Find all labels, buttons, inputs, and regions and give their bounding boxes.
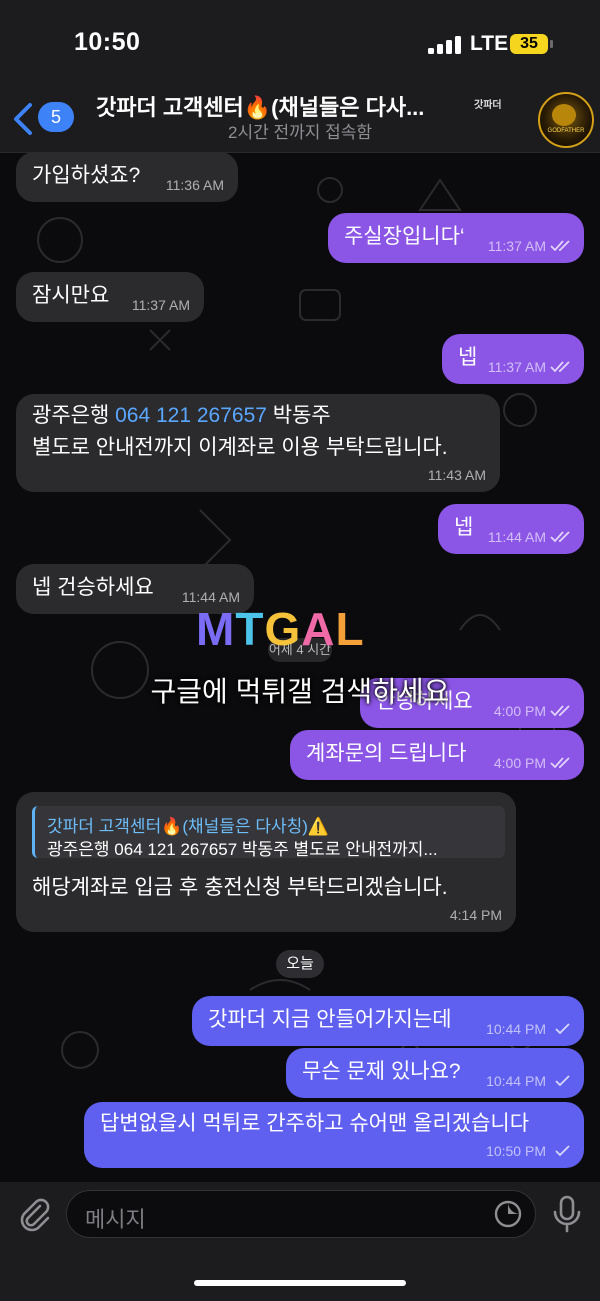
battery-tip xyxy=(550,40,553,48)
message-bubble-incoming[interactable]: 가입하셨죠? 11:36 AM xyxy=(16,152,238,202)
message-input[interactable]: 메시지 xyxy=(66,1190,536,1238)
check-icon xyxy=(555,1075,570,1087)
message-text: 잠시만요 xyxy=(32,284,110,307)
message-bubble-outgoing[interactable]: 넵 11:44 AM xyxy=(438,504,584,554)
message-time: 11:37 AM xyxy=(487,359,546,375)
message-input-placeholder: 메시지 xyxy=(85,1207,146,1232)
message-bubble-outgoing[interactable]: 넵 11:37 AM xyxy=(442,334,584,384)
quoted-reply-author: 갓파더 고객센터🔥(채널들은 다사칭)⚠️ xyxy=(47,817,330,836)
quoted-reply-text: 광주은행 064 121 267657 박동주 별도로 안내전까지... xyxy=(47,840,438,859)
message-text: 계좌문의 드립니다 xyxy=(306,742,467,765)
watermark-caption: 구글에 먹튀갤 검색하세요 xyxy=(150,676,450,707)
cellular-signal-icon xyxy=(428,36,462,54)
bank-name: 광주은행 xyxy=(32,404,116,427)
account-number-link[interactable]: 064 121 267657 xyxy=(115,404,267,427)
message-time: 10:44 PM xyxy=(486,1073,546,1089)
message-bubble-outgoing[interactable]: 주실장입니다‘ 11:37 AM xyxy=(328,213,584,263)
account-holder: 박동주 xyxy=(266,404,331,427)
status-bar: 10:50 LTE 35 xyxy=(0,0,600,86)
avatar[interactable]: GODFATHER xyxy=(538,92,594,148)
message-text: 넵 건승하세요 xyxy=(32,576,154,599)
check-icon xyxy=(555,1023,570,1035)
message-text: 가입하셨죠? xyxy=(32,164,141,187)
chat-title-tag: 갓파더 xyxy=(474,100,502,111)
message-composer: 메시지 xyxy=(0,1182,600,1301)
last-seen-status: 2시간 전까지 접속함 xyxy=(227,123,373,142)
message-bubble-incoming-reply[interactable]: 갓파더 고객센터🔥(채널들은 다사칭)⚠️ 광주은행 064 121 26765… xyxy=(16,792,516,932)
message-time: 11:37 AM xyxy=(487,238,546,254)
check-icon xyxy=(555,1145,570,1157)
message-bubble-outgoing[interactable]: 무슨 문제 있나요? 10:44 PM xyxy=(286,1048,584,1098)
message-bubble-outgoing[interactable]: 계좌문의 드립니다 4:00 PM xyxy=(290,730,584,780)
battery-icon: 35 xyxy=(510,34,548,54)
attach-icon[interactable] xyxy=(16,1196,52,1232)
double-check-icon xyxy=(550,240,570,252)
avatar-emblem xyxy=(552,104,576,126)
message-text: 넵 xyxy=(454,516,474,539)
home-indicator[interactable] xyxy=(194,1280,406,1286)
double-check-icon xyxy=(550,531,570,543)
microphone-icon[interactable] xyxy=(550,1194,584,1234)
double-check-icon xyxy=(550,757,570,769)
message-time: 4:14 PM xyxy=(449,907,502,923)
message-bubble-incoming[interactable]: 광주은행 064 121 267657 박동주 별도로 안내전까지 이계좌로 이… xyxy=(16,394,500,492)
double-check-icon xyxy=(550,361,570,373)
message-text: 갓파더 지금 안들어가지는데 xyxy=(208,1008,452,1031)
message-time: 10:50 PM xyxy=(486,1143,546,1159)
message-text: 넵 xyxy=(458,346,478,369)
message-time: 11:37 AM xyxy=(131,297,190,313)
quoted-reply[interactable]: 갓파더 고객센터🔥(채널들은 다사칭)⚠️ 광주은행 064 121 26765… xyxy=(32,806,505,859)
status-time: 10:50 xyxy=(74,28,141,56)
message-time: 10:44 PM xyxy=(486,1021,546,1037)
chat-header: 5 갓파더 고객센터🔥(채널들은 다사... 갓파더 2시간 전까지 접속함 G… xyxy=(0,86,600,153)
message-time: 11:43 AM xyxy=(427,467,486,483)
message-time: 4:00 PM xyxy=(493,755,546,771)
message-text: 해당계좌로 입금 후 충전신청 부탁드리겠습니다. xyxy=(32,876,448,899)
message-time: 11:44 AM xyxy=(487,529,546,545)
date-separator: 오늘 xyxy=(276,950,324,978)
message-bubble-incoming[interactable]: 잠시만요 11:37 AM xyxy=(16,272,204,322)
message-bubble-outgoing[interactable]: 갓파더 지금 안들어가지는데 10:44 PM xyxy=(192,996,584,1046)
message-text: 무슨 문제 있나요? xyxy=(302,1060,461,1083)
message-text: 주실장입니다‘ xyxy=(344,225,465,248)
avatar-label: GODFATHER xyxy=(547,128,585,134)
message-time: 11:36 AM xyxy=(165,177,224,193)
message-text: 답변없을시 먹튀로 간주하고 슈어맨 올리겠습니다 xyxy=(100,1112,530,1135)
watermark-logo: MTGAL xyxy=(196,603,365,655)
network-type: LTE xyxy=(470,32,509,55)
message-text-line-1: 광주은행 064 121 267657 박동주 xyxy=(32,400,331,431)
sticker-icon[interactable] xyxy=(493,1199,523,1229)
message-text-line-2: 별도로 안내전까지 이계좌로 이용 부탁드립니다. xyxy=(32,436,448,459)
message-bubble-outgoing[interactable]: 답변없을시 먹튀로 간주하고 슈어맨 올리겠습니다 10:50 PM xyxy=(84,1102,584,1168)
